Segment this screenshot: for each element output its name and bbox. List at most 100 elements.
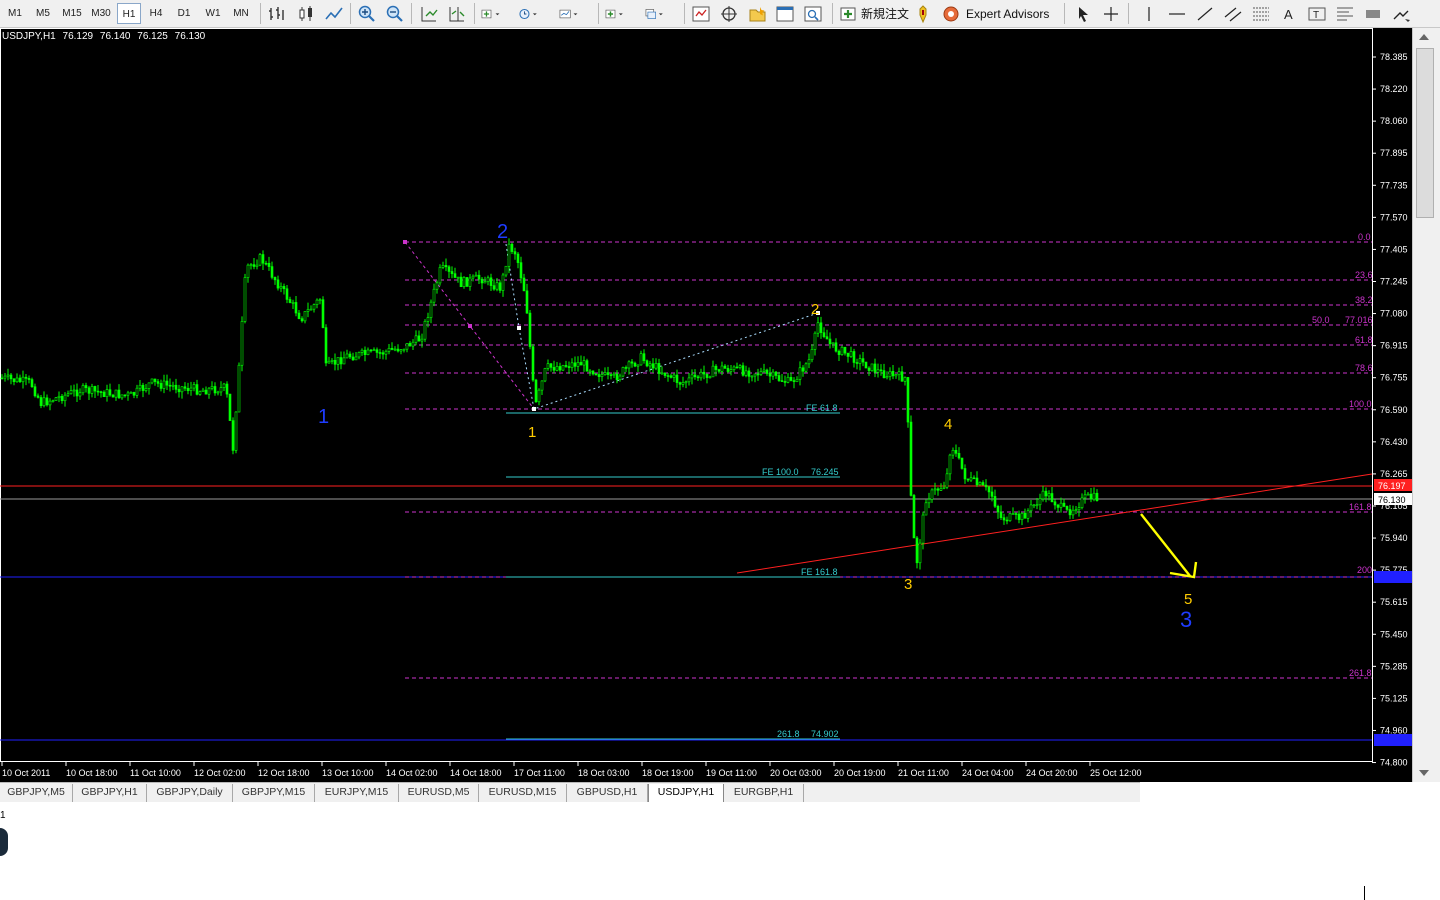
candle-body bbox=[261, 254, 265, 264]
wave-label-yellow-3[interactable]: 3 bbox=[904, 576, 912, 593]
trendline-icon[interactable] bbox=[1194, 4, 1216, 24]
tab-gbpjpy-m15[interactable]: GBPJPY,M15 bbox=[233, 784, 315, 802]
wave-label-blue-2[interactable]: 2 bbox=[497, 221, 508, 243]
fe-anchor-point[interactable] bbox=[532, 407, 536, 411]
timeframe-m5[interactable]: M5 bbox=[32, 3, 54, 24]
timeframe-d1[interactable]: D1 bbox=[172, 3, 196, 24]
fibonacci-retracement[interactable] bbox=[405, 241, 1372, 679]
fibonacci-icon[interactable] bbox=[1250, 4, 1272, 24]
wave-label-yellow-5[interactable]: 5 bbox=[1184, 591, 1192, 608]
expert-advisors-icon[interactable] bbox=[940, 4, 962, 24]
candle-body bbox=[774, 371, 778, 376]
fibonacci-expansion[interactable] bbox=[506, 412, 840, 740]
line-chart-icon[interactable] bbox=[323, 4, 345, 24]
fibonacci-fan-icon[interactable] bbox=[1334, 4, 1356, 24]
wave-label-yellow-2[interactable]: 2 bbox=[811, 301, 819, 318]
tab-eurusd-m15[interactable]: EURUSD,M15 bbox=[479, 784, 567, 802]
candle-body bbox=[867, 367, 871, 371]
timeframe-m1[interactable]: M1 bbox=[4, 3, 26, 24]
candle-body bbox=[843, 346, 847, 354]
candle-body bbox=[33, 386, 37, 397]
candle-body bbox=[657, 363, 661, 374]
alert-icon[interactable] bbox=[912, 4, 934, 24]
candle-body bbox=[879, 369, 883, 372]
tab-eurusd-m5[interactable]: EURUSD,M5 bbox=[399, 784, 479, 802]
tab-gbpjpy-m5[interactable]: GBPJPY,M5 bbox=[0, 784, 73, 802]
candle-body bbox=[252, 264, 256, 267]
candle-body bbox=[660, 372, 664, 375]
vertical-line-icon[interactable] bbox=[1138, 4, 1160, 24]
candle-body bbox=[624, 367, 628, 369]
timeframe-h4[interactable]: H4 bbox=[144, 3, 168, 24]
candle-body bbox=[765, 369, 769, 374]
tester-icon[interactable] bbox=[802, 4, 824, 24]
zoom-out-icon[interactable] bbox=[384, 4, 406, 24]
price-chart[interactable]: 78.385 78.220 78.060 77.895 77.735 77.570 77.4… bbox=[0, 28, 1412, 782]
timeframe-h1[interactable]: H1 bbox=[117, 3, 141, 24]
indicators-icon[interactable] bbox=[480, 4, 514, 24]
timeframe-m30[interactable]: M30 bbox=[87, 3, 115, 24]
more-tools-icon[interactable] bbox=[1390, 4, 1412, 24]
data-window-icon[interactable] bbox=[718, 4, 740, 24]
profiles-icon[interactable] bbox=[644, 4, 678, 24]
terminal-icon[interactable] bbox=[774, 4, 796, 24]
candlestick-icon[interactable] bbox=[295, 4, 317, 24]
horizontal-line-icon[interactable] bbox=[1166, 4, 1188, 24]
timeframe-m15[interactable]: M15 bbox=[58, 3, 86, 24]
red-trendline[interactable] bbox=[736, 473, 1373, 574]
scroll-up-icon[interactable] bbox=[1419, 34, 1429, 40]
cursor-icon[interactable] bbox=[1072, 4, 1094, 24]
candle-body bbox=[555, 366, 559, 371]
wave-label-yellow-4[interactable]: 4 bbox=[944, 416, 952, 433]
autoscroll-icon[interactable] bbox=[418, 4, 440, 24]
fe-anchor-lines[interactable] bbox=[505, 243, 819, 410]
candle-body bbox=[363, 349, 367, 355]
zoom-in-icon[interactable] bbox=[356, 4, 378, 24]
fib-anchor-point[interactable] bbox=[403, 240, 407, 244]
candle-body bbox=[351, 356, 355, 361]
candle-body bbox=[186, 388, 190, 391]
crosshair-icon[interactable] bbox=[1100, 4, 1122, 24]
scrollbar-thumb[interactable] bbox=[1416, 48, 1434, 218]
new-chart-icon[interactable] bbox=[604, 4, 638, 24]
bar-chart-icon[interactable] bbox=[266, 4, 288, 24]
tab-usdjpy-h1[interactable]: USDJPY,H1 bbox=[648, 784, 724, 803]
candle-body bbox=[849, 351, 853, 357]
candle-body bbox=[432, 288, 436, 303]
candle-body bbox=[447, 266, 451, 272]
arrows-icon[interactable] bbox=[1362, 4, 1384, 24]
tab-eurjpy-m15[interactable]: EURJPY,M15 bbox=[315, 784, 399, 802]
text-icon[interactable]: A bbox=[1278, 4, 1300, 24]
equidistant-channel-icon[interactable] bbox=[1222, 4, 1244, 24]
price-tick-label: 76.755 bbox=[1380, 373, 1408, 383]
yellow-projection-arrow[interactable] bbox=[1140, 513, 1198, 579]
fib-anchor-point[interactable] bbox=[468, 324, 472, 328]
text-label-icon[interactable]: T bbox=[1306, 4, 1328, 24]
new-order-icon[interactable] bbox=[838, 4, 860, 24]
tab-gbpusd-h1[interactable]: GBPUSD,H1 bbox=[567, 784, 648, 802]
fe-anchor-point[interactable] bbox=[517, 326, 521, 330]
templates-icon[interactable] bbox=[558, 4, 592, 24]
candle-body bbox=[759, 371, 763, 375]
wave-label-blue-3[interactable]: 3 bbox=[1180, 607, 1192, 632]
scroll-down-icon[interactable] bbox=[1419, 770, 1429, 776]
timeframe-mn[interactable]: MN bbox=[228, 3, 254, 24]
vertical-scrollbar[interactable] bbox=[1412, 28, 1440, 782]
tab-gbpjpy-daily[interactable]: GBPJPY,Daily bbox=[147, 784, 233, 802]
wave-label-blue-1[interactable]: 1 bbox=[318, 406, 329, 428]
circular-widget-icon[interactable] bbox=[0, 828, 8, 856]
market-watch-icon[interactable] bbox=[690, 4, 712, 24]
navigator-icon[interactable] bbox=[746, 4, 768, 24]
wave-label-yellow-1[interactable]: 1 bbox=[528, 424, 536, 441]
periods-icon[interactable] bbox=[518, 4, 552, 24]
candle-body bbox=[1068, 509, 1072, 516]
expert-advisors-button[interactable]: Expert Advisors bbox=[966, 4, 1049, 24]
price-tick-label: 77.405 bbox=[1380, 244, 1408, 254]
timeframe-w1[interactable]: W1 bbox=[200, 3, 226, 24]
tab-eurgbp-h1[interactable]: EURGBP,H1 bbox=[724, 784, 804, 802]
chart-shift-icon[interactable] bbox=[446, 4, 468, 24]
new-order-button[interactable]: 新規注文 bbox=[861, 4, 909, 24]
chart-window[interactable]: 78.385 78.220 78.060 77.895 77.735 77.570 77.4… bbox=[0, 28, 1412, 782]
tab-gbpjpy-h1[interactable]: GBPJPY,H1 bbox=[73, 784, 147, 802]
candle-body bbox=[1032, 504, 1036, 507]
